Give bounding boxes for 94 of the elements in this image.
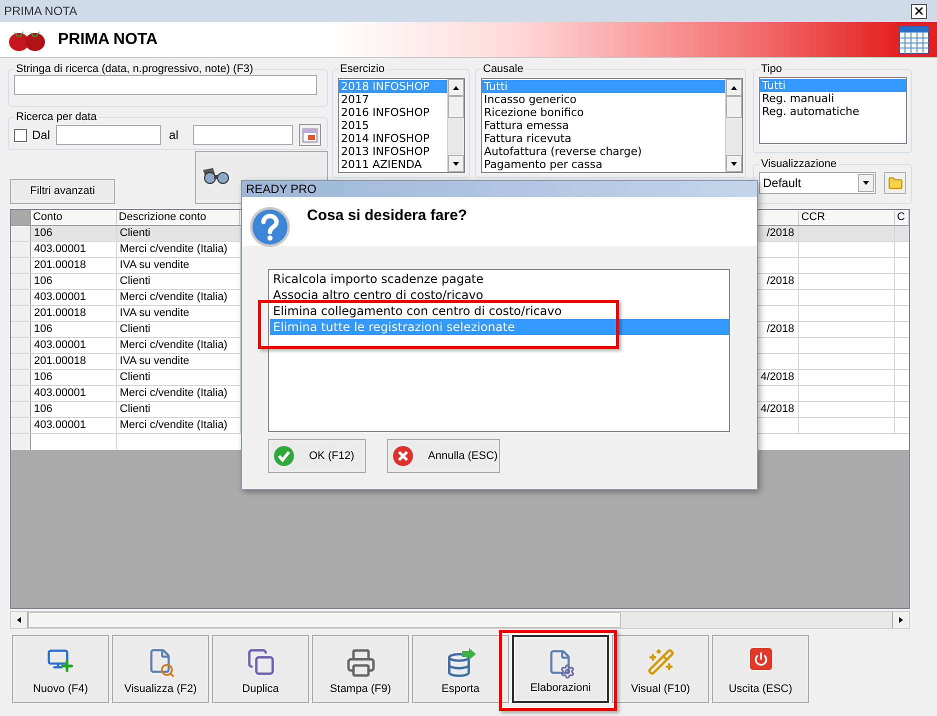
group-label: Causale xyxy=(482,63,524,75)
copy-icon xyxy=(246,648,274,676)
table-cell: 201.00018 xyxy=(30,354,117,369)
printer-icon xyxy=(346,648,376,678)
list-item[interactable]: Ricezione bonifico xyxy=(482,106,725,119)
option-item[interactable]: Associa altro centro di costo/ricavo xyxy=(270,287,486,303)
magic-wand-icon xyxy=(646,648,674,676)
date-from-field[interactable] xyxy=(56,125,162,145)
calendar-grid-icon xyxy=(899,26,929,54)
arrow-up-icon xyxy=(452,84,460,92)
scroll-down-button[interactable] xyxy=(726,155,742,172)
table-cell: 106 xyxy=(30,226,117,241)
scroll-up-button[interactable] xyxy=(726,79,742,96)
search-field[interactable] xyxy=(14,75,317,95)
option-item[interactable]: Ricalcola importo scadenze pagate xyxy=(270,271,486,287)
checkbox-label: Dal xyxy=(32,127,50,144)
toolbar-button[interactable]: Esporta xyxy=(412,635,509,703)
list-item[interactable]: 2017 xyxy=(339,93,447,106)
arrow-up-icon xyxy=(730,84,738,92)
toolbar-button[interactable]: Duplica xyxy=(212,635,309,703)
calendar-icon xyxy=(302,127,318,143)
scroll-down-button[interactable] xyxy=(448,155,464,172)
column-header[interactable]: Descrizione conto xyxy=(116,210,240,225)
dialog-button[interactable]: Annulla (ESC) xyxy=(387,439,500,473)
arrow-left-icon xyxy=(15,616,23,624)
list-item[interactable]: 2014 INFOSHOP xyxy=(339,132,447,145)
table-cell: 106 xyxy=(30,402,117,417)
list-item[interactable]: 2016 INFOSHOP xyxy=(339,106,447,119)
caret-icon xyxy=(862,179,870,187)
binoculars-icon xyxy=(201,166,231,184)
checkbox[interactable] xyxy=(14,128,27,142)
scroll-up-button[interactable] xyxy=(448,79,464,96)
arrow-right-icon xyxy=(897,616,905,624)
toolbar-button[interactable]: Nuovo (F4) xyxy=(12,635,109,703)
list-item[interactable]: Reg. automatiche xyxy=(760,105,906,118)
group-label: Stringa di ricerca (data, n.progressivo, note) (F3) xyxy=(15,63,254,75)
arrow-down-icon xyxy=(452,160,460,168)
list-item[interactable]: 2011 AZIENDA xyxy=(339,158,447,171)
advanced-filters-button[interactable]: Filtri avanzati xyxy=(10,179,115,204)
toolbar-button[interactable]: Visualizza (F2) xyxy=(112,635,209,703)
check-icon xyxy=(273,445,295,467)
table-cell: 403.00001 xyxy=(30,242,117,257)
group-label: Tipo xyxy=(760,63,783,75)
group-label: Esercizio xyxy=(339,63,386,75)
calendar-button[interactable] xyxy=(299,124,322,146)
list-item[interactable]: Autofattura (reverse charge) xyxy=(482,145,725,158)
scroll-right-button[interactable] xyxy=(892,612,909,628)
option-item[interactable]: Elimina collegamento con centro di costo/ricavo xyxy=(270,303,564,319)
table-cell: 106 xyxy=(30,274,117,289)
field-label: al xyxy=(169,127,178,144)
view-select[interactable]: Default xyxy=(759,172,876,194)
monitor-plus-icon xyxy=(46,648,74,674)
column-header[interactable]: CCR xyxy=(799,210,896,225)
list-item[interactable]: Fattura ricevuta xyxy=(482,132,725,145)
list-item[interactable]: Reg. manuali xyxy=(760,92,906,105)
dialog-question: Cosa si desidera fare? xyxy=(307,206,468,226)
cancel-icon xyxy=(392,445,414,467)
group-label: Visualizzazione xyxy=(760,158,838,170)
table-cell: 403.00001 xyxy=(30,418,117,433)
table-cell: 201.00018 xyxy=(30,258,117,273)
close-icon xyxy=(913,5,925,17)
list-item[interactable]: Incasso generico xyxy=(482,93,725,106)
date-to-field[interactable] xyxy=(193,125,294,145)
toolbar-button[interactable]: Elaborazioni xyxy=(512,635,609,703)
dropdown-button[interactable] xyxy=(858,174,874,192)
table-cell: 201.00018 xyxy=(30,306,117,321)
table-cell: 106 xyxy=(30,322,117,337)
database-arrow-icon xyxy=(446,648,476,678)
scroll-left-button[interactable] xyxy=(11,612,28,628)
scroll-thumb[interactable] xyxy=(28,612,621,628)
list-item[interactable]: Fattura emessa xyxy=(482,119,725,132)
arrow-down-icon xyxy=(730,160,738,168)
scroll-thumb[interactable] xyxy=(726,96,742,118)
scroll-thumb[interactable] xyxy=(448,96,464,118)
toolbar-button[interactable]: Uscita (ESC) xyxy=(712,635,809,703)
close-button[interactable] xyxy=(911,4,927,18)
list-item[interactable]: 2015 xyxy=(339,119,447,132)
table-cell: 403.00001 xyxy=(30,386,117,401)
list-item[interactable]: Pagamento per cassa xyxy=(482,158,725,171)
toolbar-button[interactable]: Visual (F10) xyxy=(612,635,709,703)
table-cell: 106 xyxy=(30,370,117,385)
folder-icon xyxy=(888,176,903,190)
column-header[interactable]: Conto xyxy=(30,210,117,225)
table-cell: 403.00001 xyxy=(30,290,117,305)
page-title: PRIMA NOTA xyxy=(58,30,158,50)
power-icon xyxy=(750,648,772,670)
dialog-button[interactable]: OK (F12) xyxy=(268,439,366,473)
toolbar-button[interactable]: Stampa (F9) xyxy=(312,635,409,703)
window-title: PRIMA NOTA xyxy=(4,3,78,20)
dialog-title: READY PRO xyxy=(246,182,316,196)
list-item[interactable]: 2013 INFOSHOP xyxy=(339,145,447,158)
group-label: Ricerca per data xyxy=(15,111,98,123)
column-header[interactable]: C xyxy=(895,210,909,225)
table-cell: 403.00001 xyxy=(30,338,117,353)
